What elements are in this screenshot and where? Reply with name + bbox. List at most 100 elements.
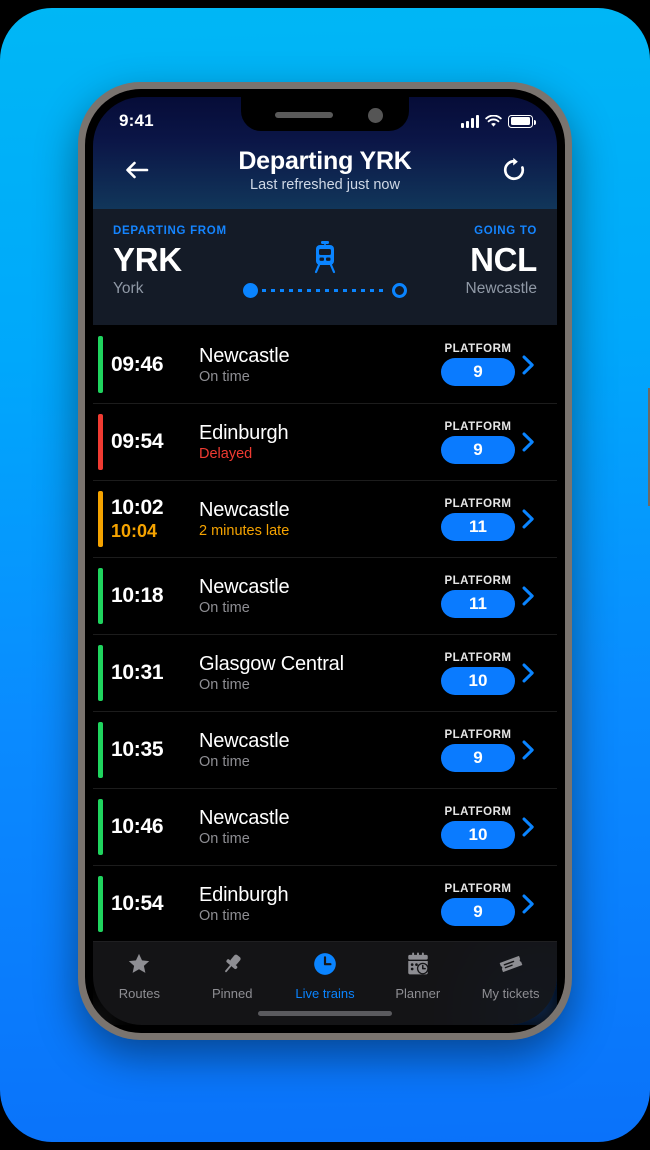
status-accent-bar — [98, 491, 103, 547]
front-camera-icon — [368, 108, 383, 123]
tab-live-trains[interactable]: Live trains — [279, 951, 372, 1001]
row-chevron[interactable] — [515, 509, 541, 529]
status-accent-bar — [98, 645, 103, 701]
tab-pinned[interactable]: Pinned — [186, 951, 279, 1001]
departures-list[interactable]: 09:46 Newcastle On time PLATFORM 9 09:54 Edinb… — [93, 326, 557, 942]
cellular-bars-icon — [461, 114, 479, 128]
tab-routes[interactable]: Routes — [93, 951, 186, 1001]
origin-code: YRK — [113, 241, 182, 279]
platform-info: PLATFORM 11 — [441, 498, 515, 541]
refresh-button[interactable] — [493, 149, 535, 191]
status-accent-bar — [98, 414, 103, 470]
destination-dot-icon — [392, 283, 407, 298]
status-accent-bar — [98, 336, 103, 393]
platform-label: PLATFORM — [444, 728, 512, 741]
departure-status: On time — [199, 368, 250, 385]
scheduled-time: 10:31 — [111, 661, 164, 684]
ticket-icon — [498, 951, 524, 982]
platform-label: PLATFORM — [444, 805, 512, 818]
row-chevron[interactable] — [515, 432, 541, 452]
departure-status: On time — [199, 677, 250, 693]
platform-number-badge: 10 — [441, 666, 515, 695]
platform-info: PLATFORM 9 — [441, 883, 515, 926]
row-chevron[interactable] — [515, 894, 541, 914]
status-accent-bar — [98, 722, 103, 778]
wifi-icon — [485, 114, 502, 127]
destination-code: NCL — [470, 241, 537, 279]
platform-info: PLATFORM 9 — [441, 343, 515, 386]
departure-times: 09:46 — [111, 353, 187, 377]
platform-label: PLATFORM — [444, 343, 512, 355]
route-card-body: YRK York NCL Newcastle — [113, 239, 537, 301]
home-indicator[interactable] — [258, 1011, 392, 1016]
status-bar-time: 9:41 — [119, 111, 154, 130]
departure-row[interactable]: 10:46 Newcastle On time PLATFORM 10 — [93, 788, 557, 865]
departure-row[interactable]: 10:02 10:04 Newcastle 2 minutes late PLATFOR… — [93, 480, 557, 557]
row-chevron[interactable] — [515, 355, 541, 375]
departure-times: 10:31 — [111, 661, 187, 685]
departure-row[interactable]: 09:54 Edinburgh Delayed PLATFORM 9 — [93, 403, 557, 480]
platform-info: PLATFORM 10 — [441, 652, 515, 695]
tab-my-tickets[interactable]: My tickets — [464, 951, 557, 1001]
departure-status: 2 minutes late — [199, 523, 290, 539]
departure-status: On time — [199, 600, 250, 616]
notch — [241, 97, 409, 131]
departure-status: On time — [199, 754, 250, 770]
row-chevron[interactable] — [515, 740, 541, 760]
departure-destination: Newcastle On time — [187, 730, 441, 770]
route-summary-card[interactable]: DEPARTING FROM GOING TO YRK York NCL New… — [93, 209, 557, 326]
departure-row[interactable]: 10:31 Glasgow Central On time PLATFORM 10 — [93, 634, 557, 711]
platform-label: PLATFORM — [444, 574, 512, 587]
phone-bezel: 9:41 Departing YRK Last refreshed just n… — [85, 89, 565, 1033]
platform-info: PLATFORM 9 — [441, 729, 515, 772]
destination-name: Edinburgh — [199, 884, 289, 906]
chevron-right-icon — [522, 740, 534, 760]
row-chevron[interactable] — [515, 817, 541, 837]
chevron-right-icon — [522, 586, 534, 606]
tab-planner[interactable]: Planner — [371, 951, 464, 1001]
departure-destination: Newcastle On time — [187, 576, 441, 616]
scheduled-time: 09:46 — [111, 352, 164, 376]
departure-row[interactable]: 10:35 Newcastle On time PLATFORM 9 — [93, 711, 557, 788]
page-title: Departing YRK — [238, 147, 412, 175]
platform-number-badge: 9 — [441, 358, 515, 386]
going-to-label: GOING TO — [474, 225, 537, 237]
departure-times: 10:35 — [111, 738, 187, 762]
departure-destination: Newcastle 2 minutes late — [187, 499, 441, 539]
revised-time: 10:04 — [111, 521, 158, 541]
destination-station[interactable]: NCL Newcastle — [419, 241, 538, 298]
star-icon — [126, 951, 152, 982]
route-card-labels: DEPARTING FROM GOING TO — [113, 225, 537, 237]
chevron-right-icon — [522, 894, 534, 914]
departure-row[interactable]: 10:18 Newcastle On time PLATFORM 11 — [93, 557, 557, 634]
origin-station[interactable]: YRK York — [113, 241, 231, 298]
departure-row[interactable]: 09:46 Newcastle On time PLATFORM 9 — [93, 326, 557, 403]
scheduled-time: 09:54 — [111, 430, 164, 453]
clock-icon — [312, 951, 338, 982]
departure-times: 10:46 — [111, 815, 187, 839]
departure-status: On time — [199, 908, 250, 924]
tab-label: Live trains — [295, 986, 355, 1001]
platform-number-badge: 9 — [441, 743, 515, 772]
tab-label: Planner — [395, 986, 441, 1001]
tab-label: Routes — [118, 986, 160, 1001]
platform-number-badge: 11 — [441, 589, 515, 618]
destination-name: Newcastle — [199, 499, 290, 521]
departure-row[interactable]: 10:54 Edinburgh On time PLATFORM 9 — [93, 865, 557, 942]
route-progress-graphic — [231, 239, 419, 301]
chevron-right-icon — [522, 817, 534, 837]
departure-destination: Edinburgh On time — [187, 884, 441, 924]
row-chevron[interactable] — [515, 663, 541, 683]
scheduled-time: 10:54 — [111, 892, 164, 915]
chevron-right-icon — [522, 663, 534, 683]
route-line — [243, 283, 407, 298]
screenshot-stage: 9:41 Departing YRK Last refreshed just n… — [0, 0, 650, 1150]
platform-label: PLATFORM — [444, 420, 512, 433]
status-accent-bar — [98, 568, 103, 624]
row-chevron[interactable] — [515, 586, 541, 606]
back-button[interactable] — [115, 149, 157, 191]
status-accent-bar — [98, 876, 103, 932]
destination-name: Newcastle — [199, 730, 290, 752]
train-icon — [314, 241, 336, 274]
destination-name: Glasgow Central — [199, 653, 344, 675]
